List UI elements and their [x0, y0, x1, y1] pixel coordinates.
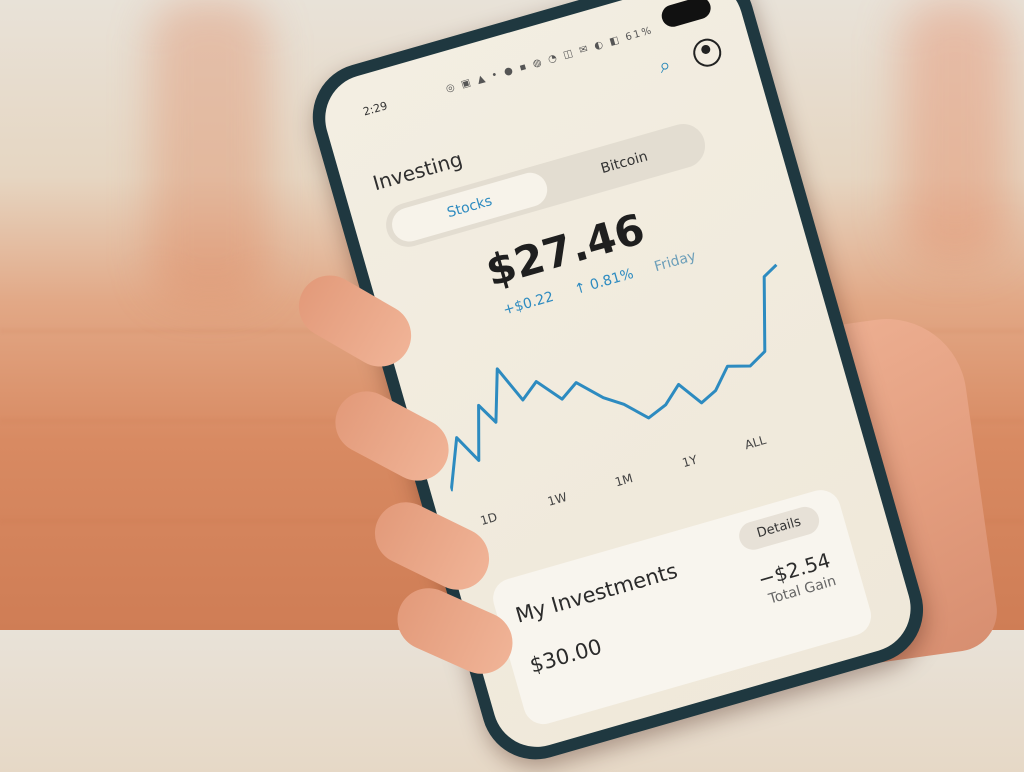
phone: 2:29 ◎ ▣ ▲ • ● ▪ ◍ ◔ ◫ ✉ ◐ ◧ 61% ⌕ Inves…	[300, 0, 936, 772]
price-line	[449, 263, 778, 492]
tab-bitcoin[interactable]: Bitcoin	[546, 125, 703, 200]
page-title: Investing	[370, 146, 466, 196]
investments-title: My Investments	[512, 558, 681, 628]
change-amount: +$0.22	[501, 288, 556, 319]
background-blur-right	[900, 0, 1010, 260]
camera-icon	[659, 0, 714, 30]
details-button[interactable]: Details	[735, 503, 823, 554]
range-1w[interactable]: 1W	[546, 490, 569, 509]
background-blur-left	[150, 0, 270, 300]
change-period: Friday	[652, 248, 698, 276]
price-chart	[449, 263, 778, 492]
investment-value: $30.00	[527, 634, 605, 678]
range-1d[interactable]: 1D	[479, 510, 499, 528]
search-icon[interactable]: ⌕	[656, 48, 686, 78]
investments-card: My Investments Details −$2.54 Total Gain…	[488, 485, 876, 729]
range-1y[interactable]: 1Y	[681, 453, 699, 471]
phone-screen: 2:29 ◎ ▣ ▲ • ● ▪ ◍ ◔ ◫ ✉ ◐ ◧ 61% ⌕ Inves…	[314, 0, 921, 758]
range-1m[interactable]: 1M	[613, 471, 634, 489]
change-percent: ↑ 0.81%	[572, 265, 636, 299]
range-all[interactable]: ALL	[743, 433, 768, 452]
profile-icon[interactable]	[689, 35, 725, 71]
status-icons: ◎ ▣ ▲ • ● ▪ ◍ ◔ ◫ ✉ ◐ ◧ 61%	[444, 24, 655, 95]
status-time: 2:29	[361, 99, 389, 119]
